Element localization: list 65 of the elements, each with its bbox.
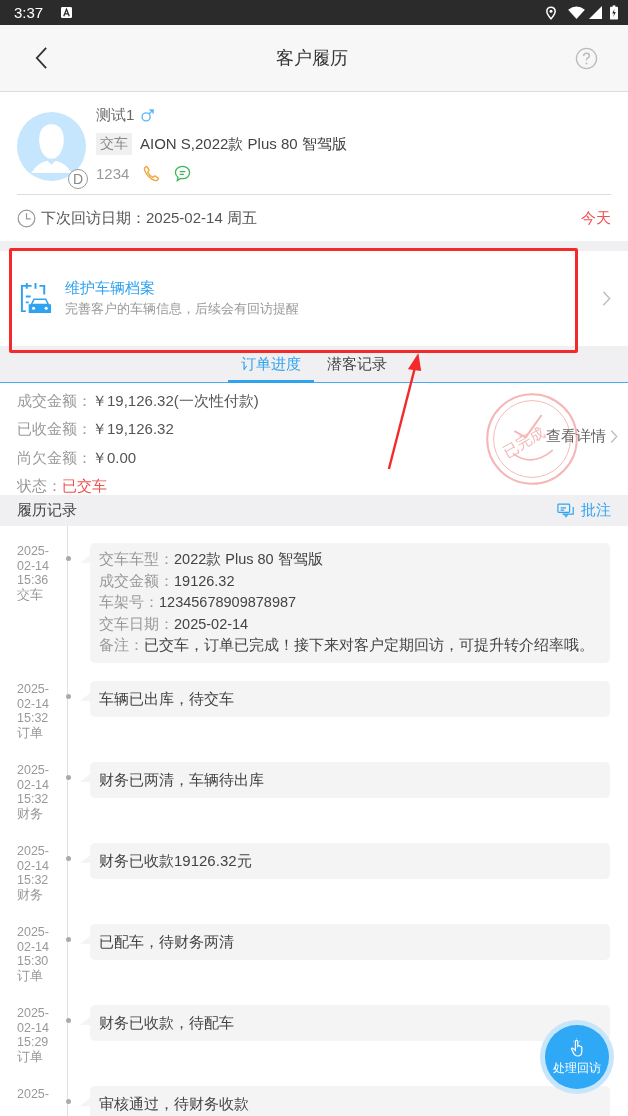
timeline-dot bbox=[66, 1018, 71, 1023]
phone-number: 1234 bbox=[96, 164, 130, 182]
notification-icon bbox=[61, 7, 73, 18]
timeline-dot bbox=[66, 694, 71, 699]
record-detail: 车架号：12345678909878987 bbox=[99, 593, 298, 613]
vehicle-file-icon bbox=[18, 282, 53, 315]
stage-tag: 交车 bbox=[96, 133, 132, 155]
timeline-dot bbox=[66, 856, 71, 861]
field-value: ￥19,126.32 bbox=[92, 420, 174, 440]
battery-icon bbox=[610, 5, 618, 20]
wifi-icon bbox=[568, 6, 585, 19]
signal-icon bbox=[589, 6, 602, 19]
clock-time: 3:37 bbox=[14, 4, 44, 21]
back-icon[interactable] bbox=[35, 46, 48, 70]
record-text: 车辆已出库，待交车 bbox=[99, 689, 234, 709]
hand-tap-icon bbox=[569, 1038, 585, 1058]
timestamp: 2025- bbox=[17, 1086, 50, 1103]
section-title: 履历记录 bbox=[17, 501, 77, 520]
field-value: ￥0.00 bbox=[92, 448, 137, 468]
card-title: 维护车辆档案 bbox=[65, 279, 156, 298]
record-text: 已配车，待财务两清 bbox=[99, 932, 234, 952]
next-visit-date: 下次回访日期：2025-02-14 周五 bbox=[41, 208, 258, 228]
timestamp: 2025- 02-14 15:32 财务 bbox=[17, 843, 50, 904]
timeline-dot bbox=[66, 775, 71, 780]
card-subtitle: 完善客户的车辆信息，后续会有回访提醒 bbox=[65, 301, 300, 318]
male-icon bbox=[141, 108, 155, 122]
field-label: 成交金额： bbox=[17, 391, 92, 411]
timestamp: 2025- 02-14 15:36 交车 bbox=[17, 543, 50, 604]
annotate-button[interactable]: 批注 bbox=[557, 501, 611, 520]
chevron-icon bbox=[610, 429, 618, 444]
field-label: 已收金额： bbox=[17, 420, 92, 440]
field-value: ￥19,126.32(一次性付款) bbox=[92, 391, 259, 411]
field-label: 尚欠金额： bbox=[17, 448, 92, 468]
timeline-dot bbox=[66, 937, 71, 942]
level-badge: D bbox=[68, 169, 88, 189]
timeline-dot bbox=[66, 1099, 71, 1104]
timeline-dot bbox=[66, 556, 71, 561]
record-detail: 成交金额：19126.32 bbox=[99, 571, 236, 591]
chat-icon[interactable] bbox=[174, 164, 192, 182]
tab[interactable]: 订单进度 bbox=[228, 346, 314, 383]
record-detail: 交车日期：2025-02-14 bbox=[99, 614, 250, 634]
chevron-icon bbox=[602, 290, 611, 307]
clock-icon bbox=[17, 208, 36, 228]
page-title: 客户履历 bbox=[274, 47, 349, 70]
timestamp: 2025- 02-14 15:30 订单 bbox=[17, 924, 50, 985]
field-label: 状态： bbox=[17, 477, 62, 497]
record-text: 财务已两清，车辆待出库 bbox=[99, 770, 264, 790]
record-text: 财务已收款，待配车 bbox=[99, 1013, 234, 1033]
record-text: 财务已收款19126.32元 bbox=[99, 851, 252, 871]
field-value: 已交车 bbox=[62, 477, 107, 497]
today-label: 今天 bbox=[581, 208, 611, 228]
location-icon bbox=[546, 5, 556, 20]
timestamp: 2025- 02-14 15:29 订单 bbox=[17, 1005, 50, 1066]
view-details-link[interactable]: 查看详情 bbox=[546, 427, 618, 446]
timestamp: 2025- 02-14 15:32 订单 bbox=[17, 681, 50, 742]
phone-icon[interactable] bbox=[143, 164, 161, 182]
help-icon[interactable] bbox=[575, 46, 598, 70]
record-text: 审核通过，待财务收款 bbox=[99, 1094, 249, 1114]
tab[interactable]: 潜客记录 bbox=[314, 346, 400, 383]
timestamp: 2025- 02-14 15:32 财务 bbox=[17, 762, 50, 823]
vehicle-model: AION S,2022款 Plus 80 智驾版 bbox=[140, 134, 347, 154]
record-detail: 备注：已交车，订单已完成！接下来对客户定期回访，可提升转介绍率哦。 bbox=[99, 636, 595, 656]
comment-icon bbox=[557, 503, 575, 518]
record-detail: 交车车型：2022款 Plus 80 智驾版 bbox=[99, 550, 324, 569]
customer-name: 测试1 bbox=[96, 105, 135, 125]
